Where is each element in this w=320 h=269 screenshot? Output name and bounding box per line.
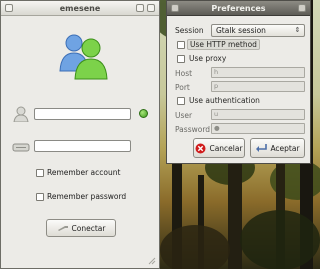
- remember-account-label: Remember account: [47, 168, 121, 177]
- prefs-menu-button[interactable]: [171, 4, 179, 12]
- host-input[interactable]: h: [211, 67, 305, 78]
- remember-account-checkbox[interactable]: [36, 169, 44, 177]
- cancel-button-label: Cancelar: [209, 143, 243, 153]
- prefs-password-input[interactable]: ●: [211, 123, 305, 134]
- prefs-close-button[interactable]: [298, 4, 306, 12]
- user-label: User: [175, 111, 193, 120]
- preferences-titlebar: Preferences: [167, 1, 310, 16]
- cancel-button[interactable]: Cancelar: [193, 138, 245, 158]
- use-authentication-label: Use authentication: [189, 96, 260, 105]
- account-input[interactable]: [34, 108, 131, 120]
- accept-button-label: Aceptar: [270, 143, 300, 153]
- window-menu-button[interactable]: [5, 4, 13, 12]
- host-label: Host: [175, 69, 193, 78]
- remember-password-checkbox[interactable]: [36, 193, 44, 201]
- updown-arrow-icon: ⇕: [294, 26, 301, 34]
- port-input[interactable]: p: [211, 81, 305, 92]
- user-input[interactable]: u: [211, 109, 305, 120]
- key-icon: [12, 143, 30, 152]
- use-authentication-checkbox[interactable]: [177, 97, 185, 105]
- session-label: Session: [175, 26, 204, 35]
- plug-icon: [57, 226, 68, 231]
- resize-grip-icon[interactable]: [147, 256, 156, 265]
- session-value: Gtalk session: [216, 26, 266, 35]
- minimize-button[interactable]: [136, 4, 144, 12]
- use-proxy-checkbox[interactable]: [177, 55, 185, 63]
- connect-button[interactable]: Conectar: [46, 219, 116, 237]
- close-button[interactable]: [147, 4, 155, 12]
- user-icon: [13, 106, 29, 122]
- use-http-method-checkbox[interactable]: [177, 41, 185, 49]
- session-combo[interactable]: Gtalk session ⇕: [211, 24, 305, 37]
- use-http-method-label: Use HTTP method: [187, 39, 260, 50]
- accept-button[interactable]: Aceptar: [250, 138, 305, 158]
- emesene-window: emesene Remember account Remember passwo…: [0, 0, 160, 269]
- preferences-title: Preferences: [211, 4, 266, 13]
- port-label: Port: [175, 83, 190, 92]
- window-title: emesene: [59, 4, 101, 13]
- password-input[interactable]: [34, 140, 131, 152]
- remember-password-label: Remember password: [47, 192, 127, 201]
- use-proxy-label: Use proxy: [189, 54, 227, 63]
- preferences-window: Preferences Session Gtalk session ⇕ Use …: [166, 0, 311, 164]
- emesene-logo-icon: [59, 34, 108, 80]
- cancel-icon: [195, 143, 206, 153]
- connect-button-label: Conectar: [71, 223, 106, 233]
- return-arrow-icon: [256, 144, 268, 152]
- status-online-icon[interactable]: [139, 109, 148, 118]
- password-label: Password: [175, 125, 211, 134]
